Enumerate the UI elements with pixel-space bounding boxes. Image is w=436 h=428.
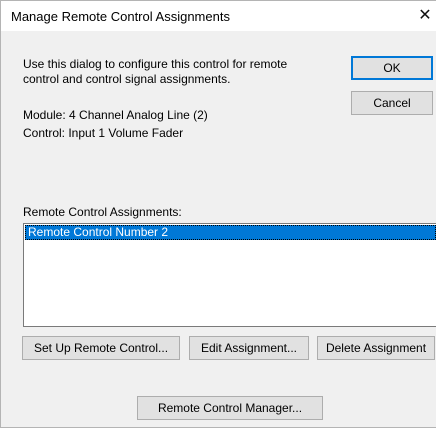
edit-assignment-button[interactable]: Edit Assignment... <box>189 336 309 360</box>
dialog-title: Manage Remote Control Assignments <box>11 9 230 24</box>
dialog-description: Use this dialog to configure this contro… <box>23 57 288 86</box>
manage-remote-control-dialog: Manage Remote Control Assignments ✕ Use … <box>0 0 436 428</box>
ok-button[interactable]: OK <box>351 56 433 80</box>
list-item[interactable]: Remote Control Number 2 <box>25 225 436 240</box>
close-icon[interactable]: ✕ <box>413 7 436 27</box>
module-info: Module: 4 Channel Analog Line (2) <box>23 108 208 122</box>
control-info: Control: Input 1 Volume Fader <box>23 126 184 140</box>
delete-assignment-button[interactable]: Delete Assignment <box>317 336 435 360</box>
set-up-remote-control-button[interactable]: Set Up Remote Control... <box>22 336 180 360</box>
remote-control-manager-button[interactable]: Remote Control Manager... <box>137 396 323 420</box>
title-bar[interactable]: Manage Remote Control Assignments ✕ <box>1 1 436 31</box>
assignments-label: Remote Control Assignments: <box>23 205 182 219</box>
cancel-button[interactable]: Cancel <box>351 91 433 115</box>
assignments-listbox[interactable]: Remote Control Number 2 <box>23 223 436 327</box>
